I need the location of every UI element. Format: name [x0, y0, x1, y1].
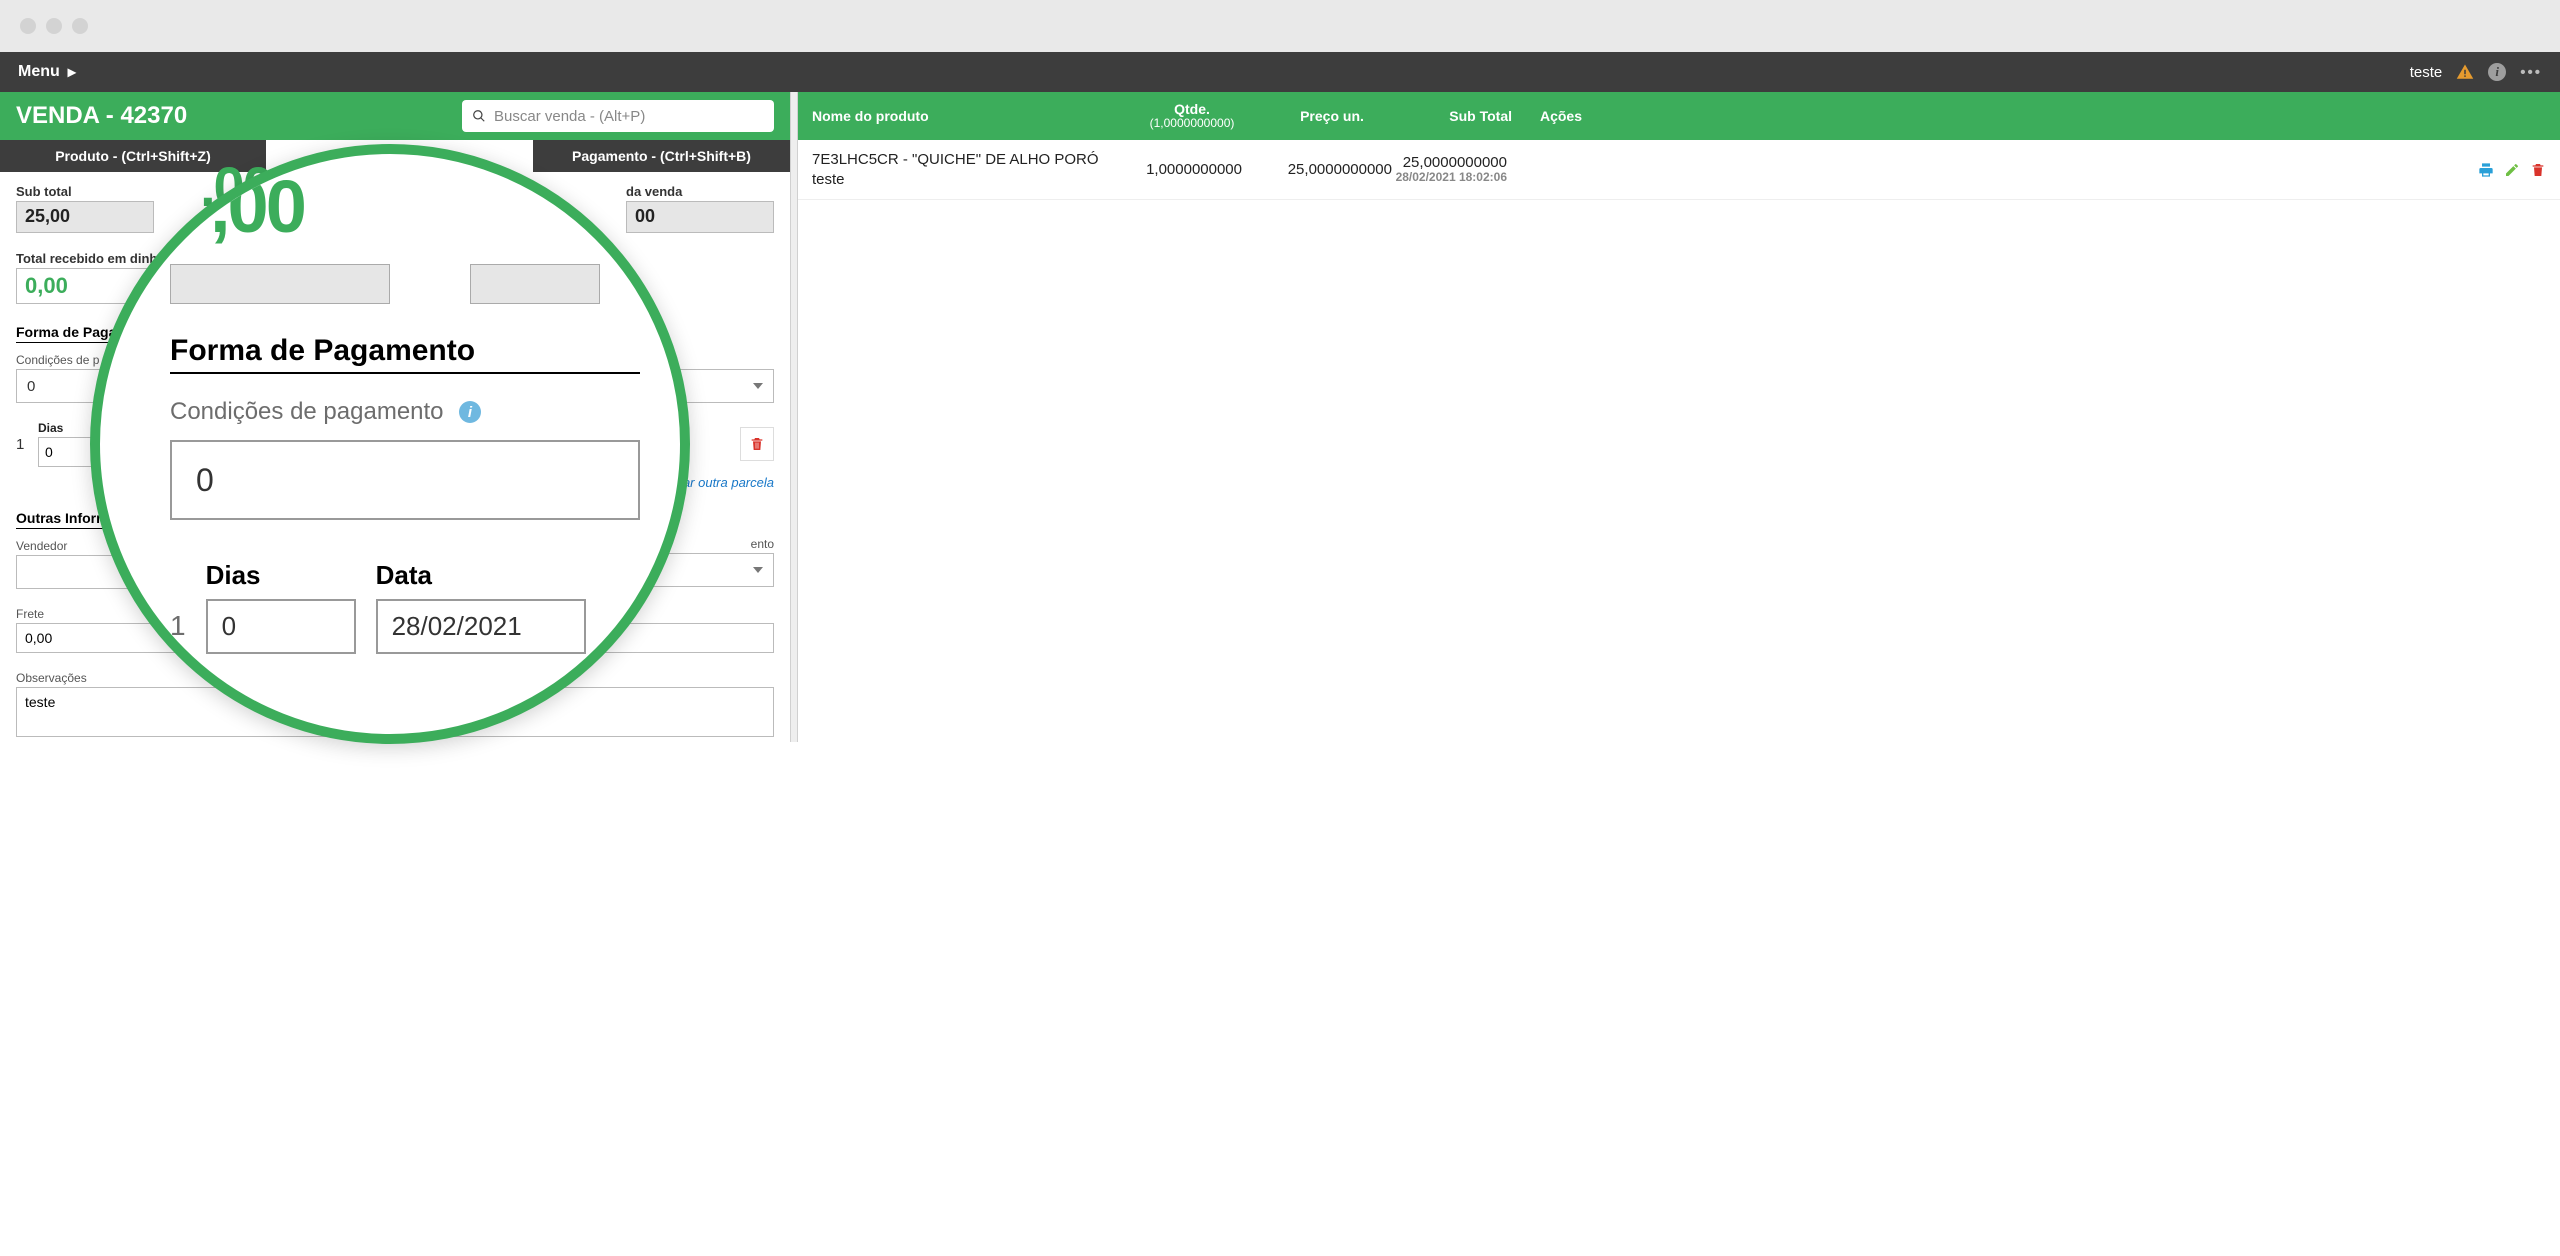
browser-chrome: [0, 0, 2560, 52]
row-subtotal: 25,0000000000 28/02/2021 18:02:06: [1392, 155, 1507, 185]
pane-divider: [790, 92, 798, 742]
chevron-down-icon: [753, 567, 763, 573]
mag-gray-box-right: [470, 264, 600, 304]
window-dot: [20, 18, 36, 34]
mag-forma-title: Forma de Pagamento: [170, 334, 610, 368]
hdr-acoes: Ações: [1512, 108, 1582, 124]
trash-icon[interactable]: [2530, 162, 2546, 178]
info-icon[interactable]: i: [458, 400, 482, 424]
mag-hr: [170, 372, 640, 374]
frete-label: Frete: [16, 607, 44, 621]
menu-label: Menu: [18, 63, 60, 81]
chevron-right-icon: ▸: [68, 62, 76, 82]
mag-big-num: ,00: [210, 164, 304, 249]
search-icon: [472, 109, 486, 123]
delete-parcela-button[interactable]: [740, 427, 774, 461]
right-pane: Nome do produto Qtde. (1,0000000000) Pre…: [798, 92, 2560, 742]
search-input[interactable]: [494, 108, 764, 125]
mag-gray-box-left: [170, 264, 390, 304]
chevron-down-icon: [753, 383, 763, 389]
warning-icon[interactable]: [2456, 63, 2474, 81]
hdr-subtotal: Sub Total: [1402, 108, 1512, 124]
print-icon[interactable]: [2478, 162, 2494, 178]
magnifier-overlay: ,00 Forma de Pagamento Condições de paga…: [90, 144, 690, 744]
hdr-preco: Preço un.: [1262, 108, 1402, 124]
menu-button[interactable]: Menu ▸: [18, 62, 76, 82]
dias-input[interactable]: [38, 437, 98, 467]
mag-data-input[interactable]: 28/02/2021: [376, 599, 586, 654]
condicoes-label: Condições de p: [16, 353, 99, 367]
more-icon[interactable]: •••: [2520, 64, 2542, 81]
product-table-header: Nome do produto Qtde. (1,0000000000) Pre…: [798, 92, 2560, 140]
sale-header: VENDA - 42370: [0, 92, 790, 140]
mag-dias-input[interactable]: 0: [206, 599, 356, 654]
mag-dias-label: Dias: [206, 560, 356, 591]
mag-row-num: 1: [170, 610, 186, 654]
mag-data-label: Data: [376, 560, 586, 591]
mag-cond-input[interactable]: 0: [170, 440, 640, 520]
top-nav: Menu ▸ teste i •••: [0, 52, 2560, 92]
condicoes-value: 0: [27, 378, 35, 395]
trash-icon: [749, 436, 765, 452]
row-price: 25,0000000000: [1242, 161, 1392, 178]
dias-label: Dias: [38, 421, 98, 435]
mag-cond-label: Condições de pagamento i: [170, 398, 610, 426]
parcela-number: 1: [16, 436, 26, 453]
window-dot: [46, 18, 62, 34]
obs-label: Observações: [16, 671, 87, 685]
info-icon[interactable]: i: [2488, 63, 2506, 81]
user-label: teste: [2410, 64, 2443, 81]
hdr-nome: Nome do produto: [812, 108, 1122, 124]
row-qty: 1,0000000000: [1102, 161, 1242, 178]
search-box[interactable]: [462, 100, 774, 132]
sale-title: VENDA - 42370: [16, 102, 187, 130]
window-dot: [72, 18, 88, 34]
table-row: 7E3LHC5CR - "QUICHE" DE ALHO PORÓ teste …: [798, 140, 2560, 200]
vendedor-label: Vendedor: [16, 539, 67, 553]
hdr-qtde: Qtde. (1,0000000000): [1122, 102, 1262, 131]
edit-icon[interactable]: [2504, 162, 2520, 178]
row-name: 7E3LHC5CR - "QUICHE" DE ALHO PORÓ teste: [812, 150, 1102, 189]
